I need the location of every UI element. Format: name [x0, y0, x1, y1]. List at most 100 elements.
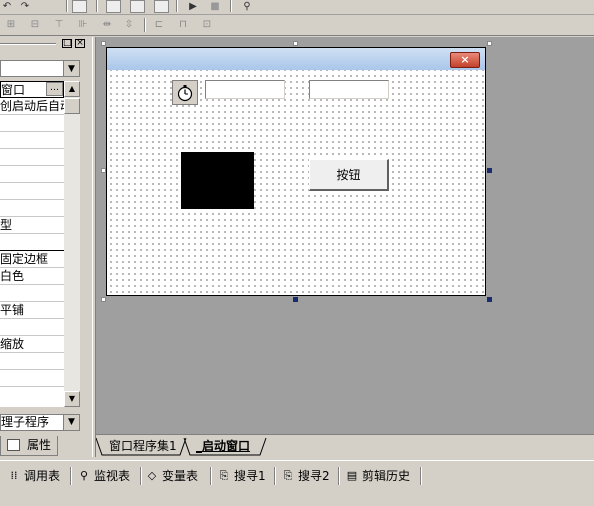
property-row[interactable]: 平铺 [0, 302, 64, 319]
redo-icon[interactable]: ↷ [18, 0, 32, 13]
property-row[interactable] [0, 115, 64, 132]
clipboard-icon: ▤ [346, 469, 358, 482]
toolbar-separator [210, 467, 212, 485]
property-row[interactable] [0, 200, 64, 217]
property-row[interactable]: 创启动后自动 [0, 98, 64, 115]
align-middle-icon[interactable]: ⊪ [76, 18, 90, 31]
edit-box-2[interactable] [309, 80, 389, 99]
stop-icon[interactable]: ■ [208, 0, 222, 13]
toolbar-separator [96, 0, 98, 12]
stopwatch-icon [177, 84, 193, 101]
toolbar-separator [140, 467, 142, 485]
resize-handle[interactable] [487, 41, 492, 46]
resize-handle[interactable] [487, 297, 492, 302]
property-row[interactable] [0, 285, 64, 302]
preview-icon[interactable] [72, 0, 87, 13]
toolbar-separator [66, 0, 68, 12]
property-row[interactable] [0, 353, 64, 370]
form-titlebar [107, 48, 485, 70]
scroll-down-icon[interactable]: ▼ [64, 391, 80, 407]
call-table-button[interactable]: ⁞⁞ 调用表 [8, 467, 61, 485]
search-doc-icon: ⎘ [283, 469, 293, 482]
toolbar-row-2: ⊞ ⊟ ⊤ ⊪ ⇹ ⇳ ⊏ ⊓ ⊡ [0, 15, 594, 36]
resize-handle[interactable] [293, 41, 298, 46]
binoculars-icon[interactable]: ⚲ [240, 0, 254, 13]
layout-3-icon[interactable] [154, 0, 169, 13]
clip-history-button[interactable]: ▤ 剪辑历史 [346, 467, 410, 485]
grid-icon: ⁞⁞ [10, 469, 18, 482]
same-width-icon[interactable]: ⊏ [152, 18, 166, 31]
panel-close-icon[interactable]: × [75, 39, 85, 48]
property-row[interactable] [0, 319, 64, 336]
clip-history-label: 剪辑历史 [362, 469, 411, 483]
align-center-icon[interactable]: ⊟ [28, 18, 42, 31]
watch-table-button[interactable]: ⚲ 监视表 [78, 467, 130, 485]
event-handler-value: 理子程序 [1, 415, 50, 429]
form-button[interactable]: 按钮 [309, 159, 389, 191]
edit-box-1[interactable] [205, 80, 285, 99]
align-top-icon[interactable]: ⊤ [52, 18, 66, 31]
toolbar-row-1: ↶ ↷ ▶ ■ ⚲ [0, 0, 594, 15]
layout-2-icon[interactable] [130, 0, 145, 13]
variable-table-label: 变量表 [162, 469, 199, 483]
property-panel-header: □ × [0, 37, 92, 51]
design-form[interactable] [106, 47, 486, 296]
resize-handle[interactable] [293, 297, 298, 302]
watch-table-label: 监视表 [94, 469, 131, 483]
property-row[interactable] [0, 370, 64, 387]
call-table-label: 调用表 [24, 469, 61, 483]
property-row[interactable] [0, 183, 64, 200]
object-selector-combo[interactable]: ▼ [0, 60, 80, 77]
tab-startup-window[interactable]: _启动窗口 [196, 438, 250, 455]
property-row[interactable]: 固定边框 [0, 251, 64, 268]
property-row[interactable] [0, 234, 64, 251]
resize-handle[interactable] [487, 168, 492, 173]
search2-label: 搜寻2 [298, 469, 330, 483]
property-row[interactable]: 白色 [0, 268, 64, 285]
close-icon[interactable]: × [450, 52, 480, 68]
event-handler-combo[interactable]: 理子程序 ▼ [0, 414, 80, 431]
resize-handle[interactable] [101, 41, 106, 46]
chevron-down-icon[interactable]: ▼ [63, 415, 79, 430]
ellipsis-button[interactable]: … [46, 82, 63, 96]
same-size-icon[interactable]: ⊡ [200, 18, 214, 31]
property-scrollbar[interactable]: ▲ ▼ [64, 81, 80, 407]
timer-component[interactable] [172, 80, 198, 105]
search1-button[interactable]: ⎘ 搜寻1 [218, 467, 266, 485]
property-row[interactable] [0, 132, 64, 149]
undo-icon[interactable]: ↶ [0, 0, 14, 13]
variable-table-button[interactable]: ◇ 变量表 [146, 467, 198, 485]
properties-tab[interactable]: 属性 [0, 436, 58, 456]
image-box[interactable] [181, 152, 254, 209]
resize-handle[interactable] [101, 168, 106, 173]
space-horizontal-icon[interactable]: ⇹ [100, 18, 114, 31]
toolbar-separator [144, 18, 146, 32]
toolbar-separator [420, 467, 422, 485]
window-tab-strip: 窗口程序集1 _启动窗口 [96, 434, 594, 457]
magnifier-icon: ⚲ [79, 469, 89, 482]
resize-handle[interactable] [101, 297, 106, 302]
toolbar-separator [338, 467, 340, 485]
run-icon[interactable]: ▶ [186, 0, 200, 13]
same-height-icon[interactable]: ⊓ [176, 18, 190, 31]
toolbar-separator [176, 0, 178, 12]
property-row[interactable]: 缩放 [0, 336, 64, 353]
search2-button[interactable]: ⎘ 搜寻2 [282, 467, 330, 485]
property-row[interactable] [0, 149, 64, 166]
form-button-label: 按钮 [336, 168, 361, 182]
property-row[interactable]: 型 [0, 217, 64, 234]
toolbar-separator [274, 467, 276, 485]
layout-1-icon[interactable] [106, 0, 121, 13]
space-vertical-icon[interactable]: ⇳ [122, 18, 136, 31]
panel-pin-icon[interactable]: □ [62, 39, 72, 48]
align-left-icon[interactable]: ⊞ [4, 18, 18, 31]
tab-window-program-set[interactable]: 窗口程序集1 [109, 438, 177, 455]
properties-tab-label: 属性 [27, 438, 52, 452]
search1-label: 搜寻1 [234, 469, 266, 483]
bottom-toolbar: ⁞⁞ 调用表 ⚲ 监视表 ◇ 变量表 ⎘ 搜寻1 ⎘ 搜寻2 ▤ 剪辑历史 [0, 460, 594, 491]
chevron-down-icon[interactable]: ▼ [63, 61, 79, 76]
property-row[interactable] [0, 166, 64, 183]
scroll-thumb[interactable] [64, 98, 80, 114]
variables-icon: ◇ [147, 469, 157, 482]
scroll-up-icon[interactable]: ▲ [64, 81, 80, 97]
